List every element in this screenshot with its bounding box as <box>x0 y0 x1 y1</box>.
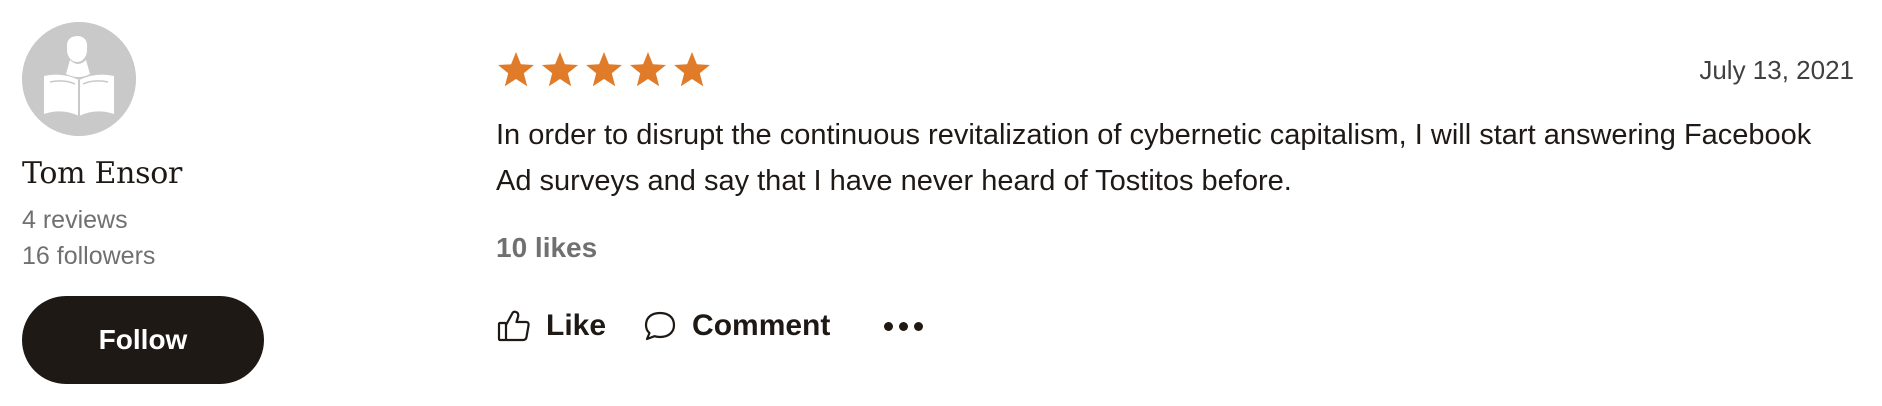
like-label: Like <box>546 309 607 342</box>
comment-button[interactable]: Comment <box>642 308 830 344</box>
followers-count[interactable]: 16 followers <box>22 238 282 274</box>
star-icon[interactable] <box>584 50 624 90</box>
reviewer-profile: Tom Ensor 4 reviews 16 followers Follow <box>22 22 282 384</box>
more-options-dot <box>899 321 909 331</box>
reviewer-stats: 4 reviews 16 followers <box>22 202 282 274</box>
follow-button[interactable]: Follow <box>22 296 264 384</box>
like-button[interactable]: Like <box>496 308 606 344</box>
star-icon[interactable] <box>540 50 580 90</box>
reader-silhouette-icon <box>22 22 136 136</box>
speech-bubble-icon <box>642 308 678 344</box>
comment-label: Comment <box>692 309 831 342</box>
thumbs-up-icon <box>496 308 532 344</box>
star-icon[interactable] <box>672 50 712 90</box>
review-date[interactable]: July 13, 2021 <box>1699 55 1854 86</box>
star-icon[interactable] <box>628 50 668 90</box>
avatar[interactable] <box>22 22 136 136</box>
reviewer-name[interactable]: Tom Ensor <box>22 156 282 192</box>
star-rating <box>496 50 712 90</box>
more-options-button[interactable] <box>884 308 924 344</box>
likes-count[interactable]: 10 likes <box>496 232 1856 264</box>
review-actions: Like Comment <box>496 306 1856 346</box>
reviews-count[interactable]: 4 reviews <box>22 202 282 238</box>
review-text: In order to disrupt the continuous revit… <box>496 119 1812 197</box>
more-options-icon <box>884 321 894 331</box>
star-icon[interactable] <box>496 50 536 90</box>
review-body: July 13, 2021 In order to disrupt the co… <box>496 46 1856 346</box>
more-options-dot <box>914 321 924 331</box>
review-card: Tom Ensor 4 reviews 16 followers Follow … <box>0 0 1882 406</box>
rating-row: July 13, 2021 <box>496 46 1856 94</box>
